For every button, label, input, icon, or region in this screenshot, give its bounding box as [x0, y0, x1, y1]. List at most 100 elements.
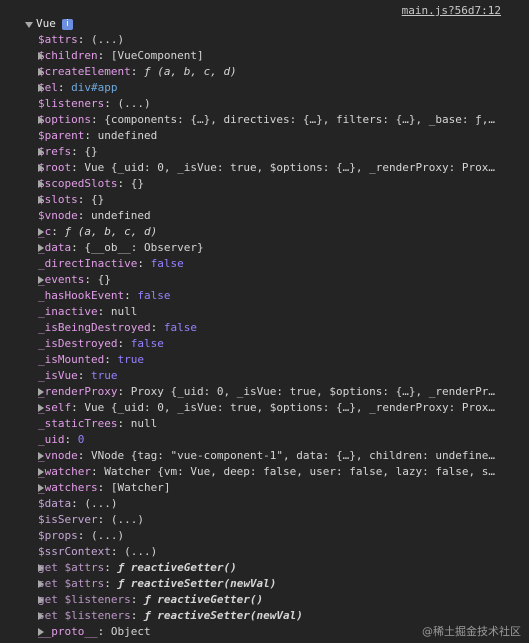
property-value: (...): [117, 97, 151, 110]
tree-row[interactable]: _data: {__ob__: Observer}: [0, 240, 529, 256]
separator: :: [97, 305, 111, 318]
expand-right-icon[interactable]: [38, 452, 44, 460]
expand-right-icon[interactable]: [38, 116, 44, 124]
expand-right-icon[interactable]: [38, 628, 44, 636]
property-key: _hasHookEvent: [38, 289, 125, 302]
tree-row[interactable]: $slots: {}: [0, 192, 529, 208]
tree-row[interactable]: _isMounted: true: [0, 352, 529, 368]
tree-row[interactable]: _vnode: VNode {tag: "vue-component-1", d…: [0, 448, 529, 464]
property-key: $vnode: [38, 209, 78, 222]
tree-row[interactable]: _renderProxy: Proxy {_uid: 0, _isVue: tr…: [0, 384, 529, 400]
tree-row[interactable]: $listeners: (...): [0, 96, 529, 112]
tree-row[interactable]: _hasHookEvent: false: [0, 288, 529, 304]
tree-row[interactable]: _inactive: null: [0, 304, 529, 320]
separator: :: [77, 529, 91, 542]
expand-right-icon[interactable]: [38, 84, 44, 92]
tree-row[interactable]: _c: ƒ (a, b, c, d): [0, 224, 529, 240]
info-icon[interactable]: i: [61, 19, 73, 30]
tree-row[interactable]: get $attrs: ƒ reactiveGetter(): [0, 560, 529, 576]
expand-right-icon[interactable]: [38, 228, 44, 236]
tree-row[interactable]: _isVue: true: [0, 368, 529, 384]
expand-right-icon[interactable]: [38, 244, 44, 252]
tree-row[interactable]: $createElement: ƒ (a, b, c, d): [0, 64, 529, 80]
expand-right-icon[interactable]: [38, 580, 44, 588]
property-value: ƒ reactiveGetter(): [143, 593, 264, 606]
property-key: _isVue: [38, 369, 78, 382]
property-key: _renderProxy: [38, 385, 118, 398]
tree-row[interactable]: _isDestroyed: false: [0, 336, 529, 352]
property-value: div#app: [71, 81, 118, 94]
tree-row[interactable]: _self: Vue {_uid: 0, _isVue: true, $opti…: [0, 400, 529, 416]
expand-down-icon[interactable]: [25, 22, 33, 28]
property-value: (...): [110, 513, 144, 526]
property-value: {}: [84, 145, 98, 158]
tree-row[interactable]: _directInactive: false: [0, 256, 529, 272]
tree-row[interactable]: get $listeners: ƒ reactiveGetter(): [0, 592, 529, 608]
property-value: {__ob__: Observer}: [84, 241, 204, 254]
tree-row[interactable]: _staticTrees: null: [0, 416, 529, 432]
expand-right-icon[interactable]: [38, 564, 44, 572]
property-key: _watchers: [38, 481, 98, 494]
expand-right-icon[interactable]: [38, 180, 44, 188]
tree-row[interactable]: $scopedSlots: {}: [0, 176, 529, 192]
property-key: $attrs: [38, 33, 78, 46]
tree-row[interactable]: $vnode: undefined: [0, 208, 529, 224]
expand-right-icon[interactable]: [38, 596, 44, 604]
tree-row[interactable]: set $attrs: ƒ reactiveSetter(newVal): [0, 576, 529, 592]
property-key: __proto__: [38, 625, 98, 638]
tree-row[interactable]: _watcher: Watcher {vm: Vue, deep: false,…: [0, 464, 529, 480]
expand-right-icon[interactable]: [38, 468, 44, 476]
property-key: $listeners: [38, 97, 105, 110]
property-value: Watcher {vm: Vue, deep: false, user: fal…: [104, 465, 495, 478]
property-value: ƒ reactiveSetter(newVal): [117, 577, 277, 590]
property-value: ƒ reactiveGetter(): [117, 561, 237, 574]
expand-right-icon[interactable]: [38, 612, 44, 620]
expand-right-icon[interactable]: [38, 404, 44, 412]
tree-row[interactable]: _events: {}: [0, 272, 529, 288]
property-key: $isServer: [38, 513, 98, 526]
expand-right-icon[interactable]: [38, 148, 44, 156]
tree-row[interactable]: $parent: undefined: [0, 128, 529, 144]
root-row[interactable]: Vue i: [0, 16, 529, 32]
tree-row[interactable]: $children: [VueComponent]: [0, 48, 529, 64]
tree-row[interactable]: $ssrContext: (...): [0, 544, 529, 560]
tree-row[interactable]: set $listeners: ƒ reactiveSetter(newVal): [0, 608, 529, 624]
property-key: $scopedSlots: [38, 177, 118, 190]
property-key: $createElement: [38, 65, 131, 78]
expand-right-icon[interactable]: [38, 164, 44, 172]
property-key: _directInactive: [38, 257, 138, 270]
separator: :: [104, 97, 118, 110]
separator: :: [77, 449, 91, 462]
expand-right-icon[interactable]: [38, 388, 44, 396]
separator: :: [97, 481, 111, 494]
tree-row[interactable]: $refs: {}: [0, 144, 529, 160]
expand-right-icon[interactable]: [38, 52, 44, 60]
property-value: (...): [124, 545, 158, 558]
expand-right-icon[interactable]: [38, 196, 44, 204]
property-value: 0: [77, 433, 85, 446]
separator: :: [84, 273, 98, 286]
property-value: ƒ reactiveSetter(newVal): [143, 609, 303, 622]
separator: :: [110, 545, 125, 558]
separator: :: [130, 65, 144, 78]
tree-row[interactable]: $isServer: (...): [0, 512, 529, 528]
expand-right-icon[interactable]: [38, 276, 44, 284]
separator: :: [90, 113, 105, 126]
tree-row[interactable]: $attrs: (...): [0, 32, 529, 48]
expand-right-icon[interactable]: [38, 68, 44, 76]
tree-row[interactable]: _watchers: [Watcher]: [0, 480, 529, 496]
separator: :: [124, 289, 138, 302]
tree-row[interactable]: _isBeingDestroyed: false: [0, 320, 529, 336]
property-key: _isBeingDestroyed: [38, 321, 151, 334]
tree-row[interactable]: $options: {components: {…}, directives: …: [0, 112, 529, 128]
tree-row[interactable]: $root: Vue {_uid: 0, _isVue: true, $opti…: [0, 160, 529, 176]
tree-row[interactable]: $props: (...): [0, 528, 529, 544]
tree-row[interactable]: $data: (...): [0, 496, 529, 512]
property-value: ƒ (a, b, c, d): [64, 225, 158, 238]
separator: :: [71, 401, 85, 414]
expand-right-icon[interactable]: [38, 484, 44, 492]
tree-row[interactable]: $el: div#app: [0, 80, 529, 96]
property-value: true: [117, 353, 144, 366]
separator: :: [104, 561, 118, 574]
tree-row[interactable]: _uid: 0: [0, 432, 529, 448]
